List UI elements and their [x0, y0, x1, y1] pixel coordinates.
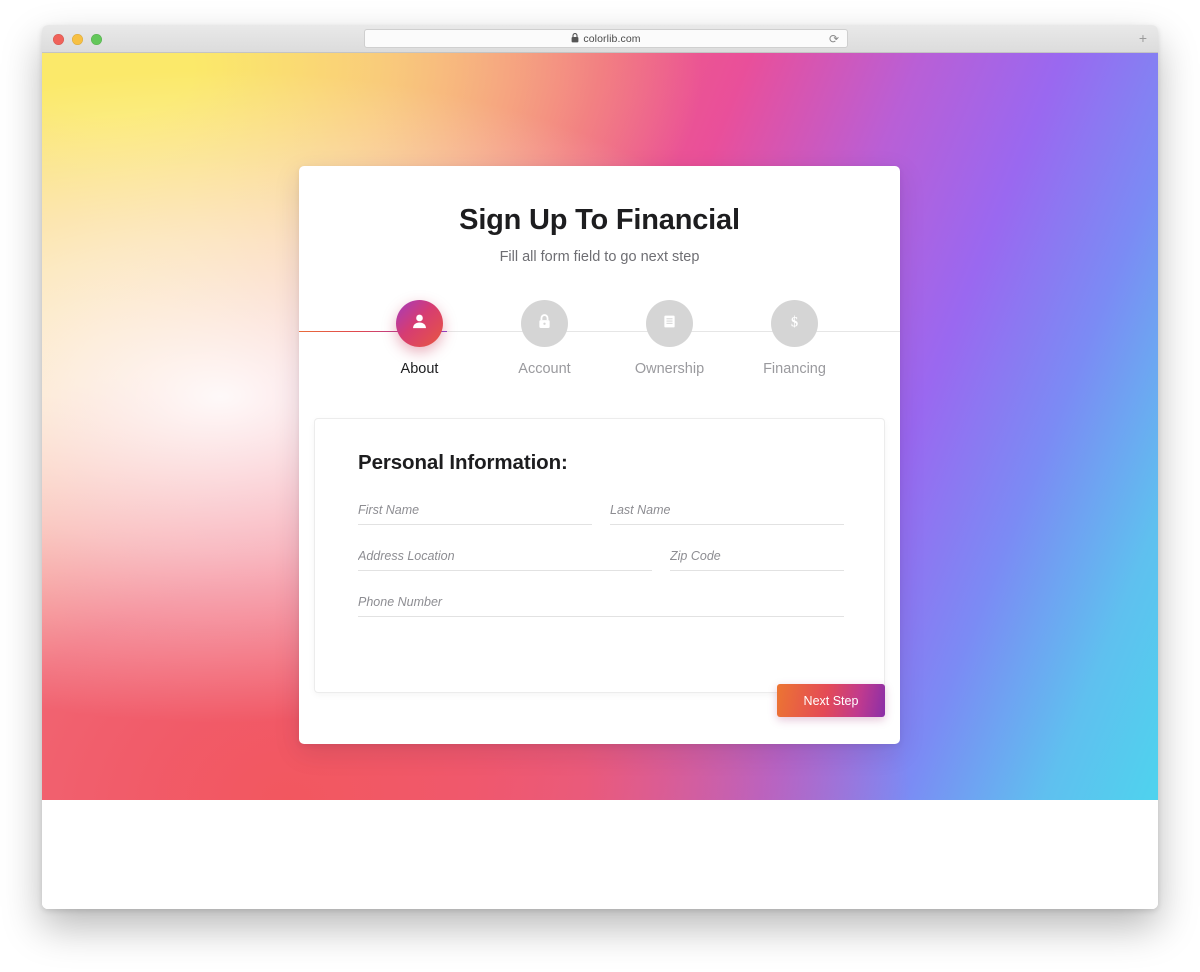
form-row-phone — [358, 593, 844, 617]
browser-titlebar: colorlib.com ⟳ + — [42, 25, 1158, 53]
next-step-button[interactable]: Next Step — [777, 684, 885, 717]
form-panel: Personal Information: — [314, 418, 885, 693]
form-row-address — [358, 547, 844, 571]
form-fields — [358, 501, 844, 639]
new-tab-button[interactable]: + — [1136, 31, 1150, 46]
first-name-input[interactable] — [358, 503, 592, 525]
step-about-label: About — [400, 361, 439, 377]
minimize-button[interactable] — [72, 34, 83, 45]
document-icon — [660, 312, 679, 336]
url-text-wrap: colorlib.com — [571, 32, 641, 46]
step-account[interactable]: Account — [482, 300, 607, 377]
step-about[interactable]: About — [357, 300, 482, 377]
step-ownership-circle — [646, 300, 693, 347]
window-controls[interactable] — [53, 34, 102, 45]
step-financing[interactable]: $ Financing — [732, 300, 857, 377]
stepper-items: About Account Ownership $ Financing — [357, 300, 857, 377]
step-financing-label: Financing — [763, 361, 826, 377]
signup-card: Sign Up To Financial Fill all form field… — [299, 166, 900, 744]
lock-icon — [571, 33, 579, 46]
step-about-circle — [396, 300, 443, 347]
page-title: Sign Up To Financial — [459, 204, 740, 236]
maximize-button[interactable] — [91, 34, 102, 45]
zip-code-input[interactable] — [670, 549, 844, 571]
field-first-name — [358, 501, 592, 525]
address-bar[interactable]: colorlib.com ⟳ — [364, 29, 848, 48]
reload-icon[interactable]: ⟳ — [829, 33, 839, 45]
phone-number-input[interactable] — [358, 595, 844, 617]
form-row-name — [358, 501, 844, 525]
step-account-circle — [521, 300, 568, 347]
form-heading: Personal Information: — [358, 451, 568, 474]
field-zip-code — [670, 547, 844, 571]
page-viewport: Sign Up To Financial Fill all form field… — [42, 53, 1158, 909]
stepper: About Account Ownership $ Financing — [299, 300, 900, 400]
field-phone-number — [358, 593, 844, 617]
last-name-input[interactable] — [610, 503, 844, 525]
step-financing-circle: $ — [771, 300, 818, 347]
page-white-section — [42, 800, 1158, 909]
field-address-location — [358, 547, 652, 571]
step-ownership[interactable]: Ownership — [607, 300, 732, 377]
lock-icon — [535, 312, 554, 336]
close-button[interactable] — [53, 34, 64, 45]
dollar-icon: $ — [785, 312, 804, 336]
page-subtitle: Fill all form field to go next step — [499, 249, 700, 265]
browser-window: colorlib.com ⟳ + Sign Up To Financial Fi… — [42, 25, 1158, 909]
svg-text:$: $ — [791, 314, 798, 330]
step-account-label: Account — [518, 361, 571, 377]
step-ownership-label: Ownership — [634, 361, 705, 377]
url-label: colorlib.com — [583, 33, 641, 45]
address-location-input[interactable] — [358, 549, 652, 571]
user-icon — [410, 312, 429, 336]
field-last-name — [610, 501, 844, 525]
